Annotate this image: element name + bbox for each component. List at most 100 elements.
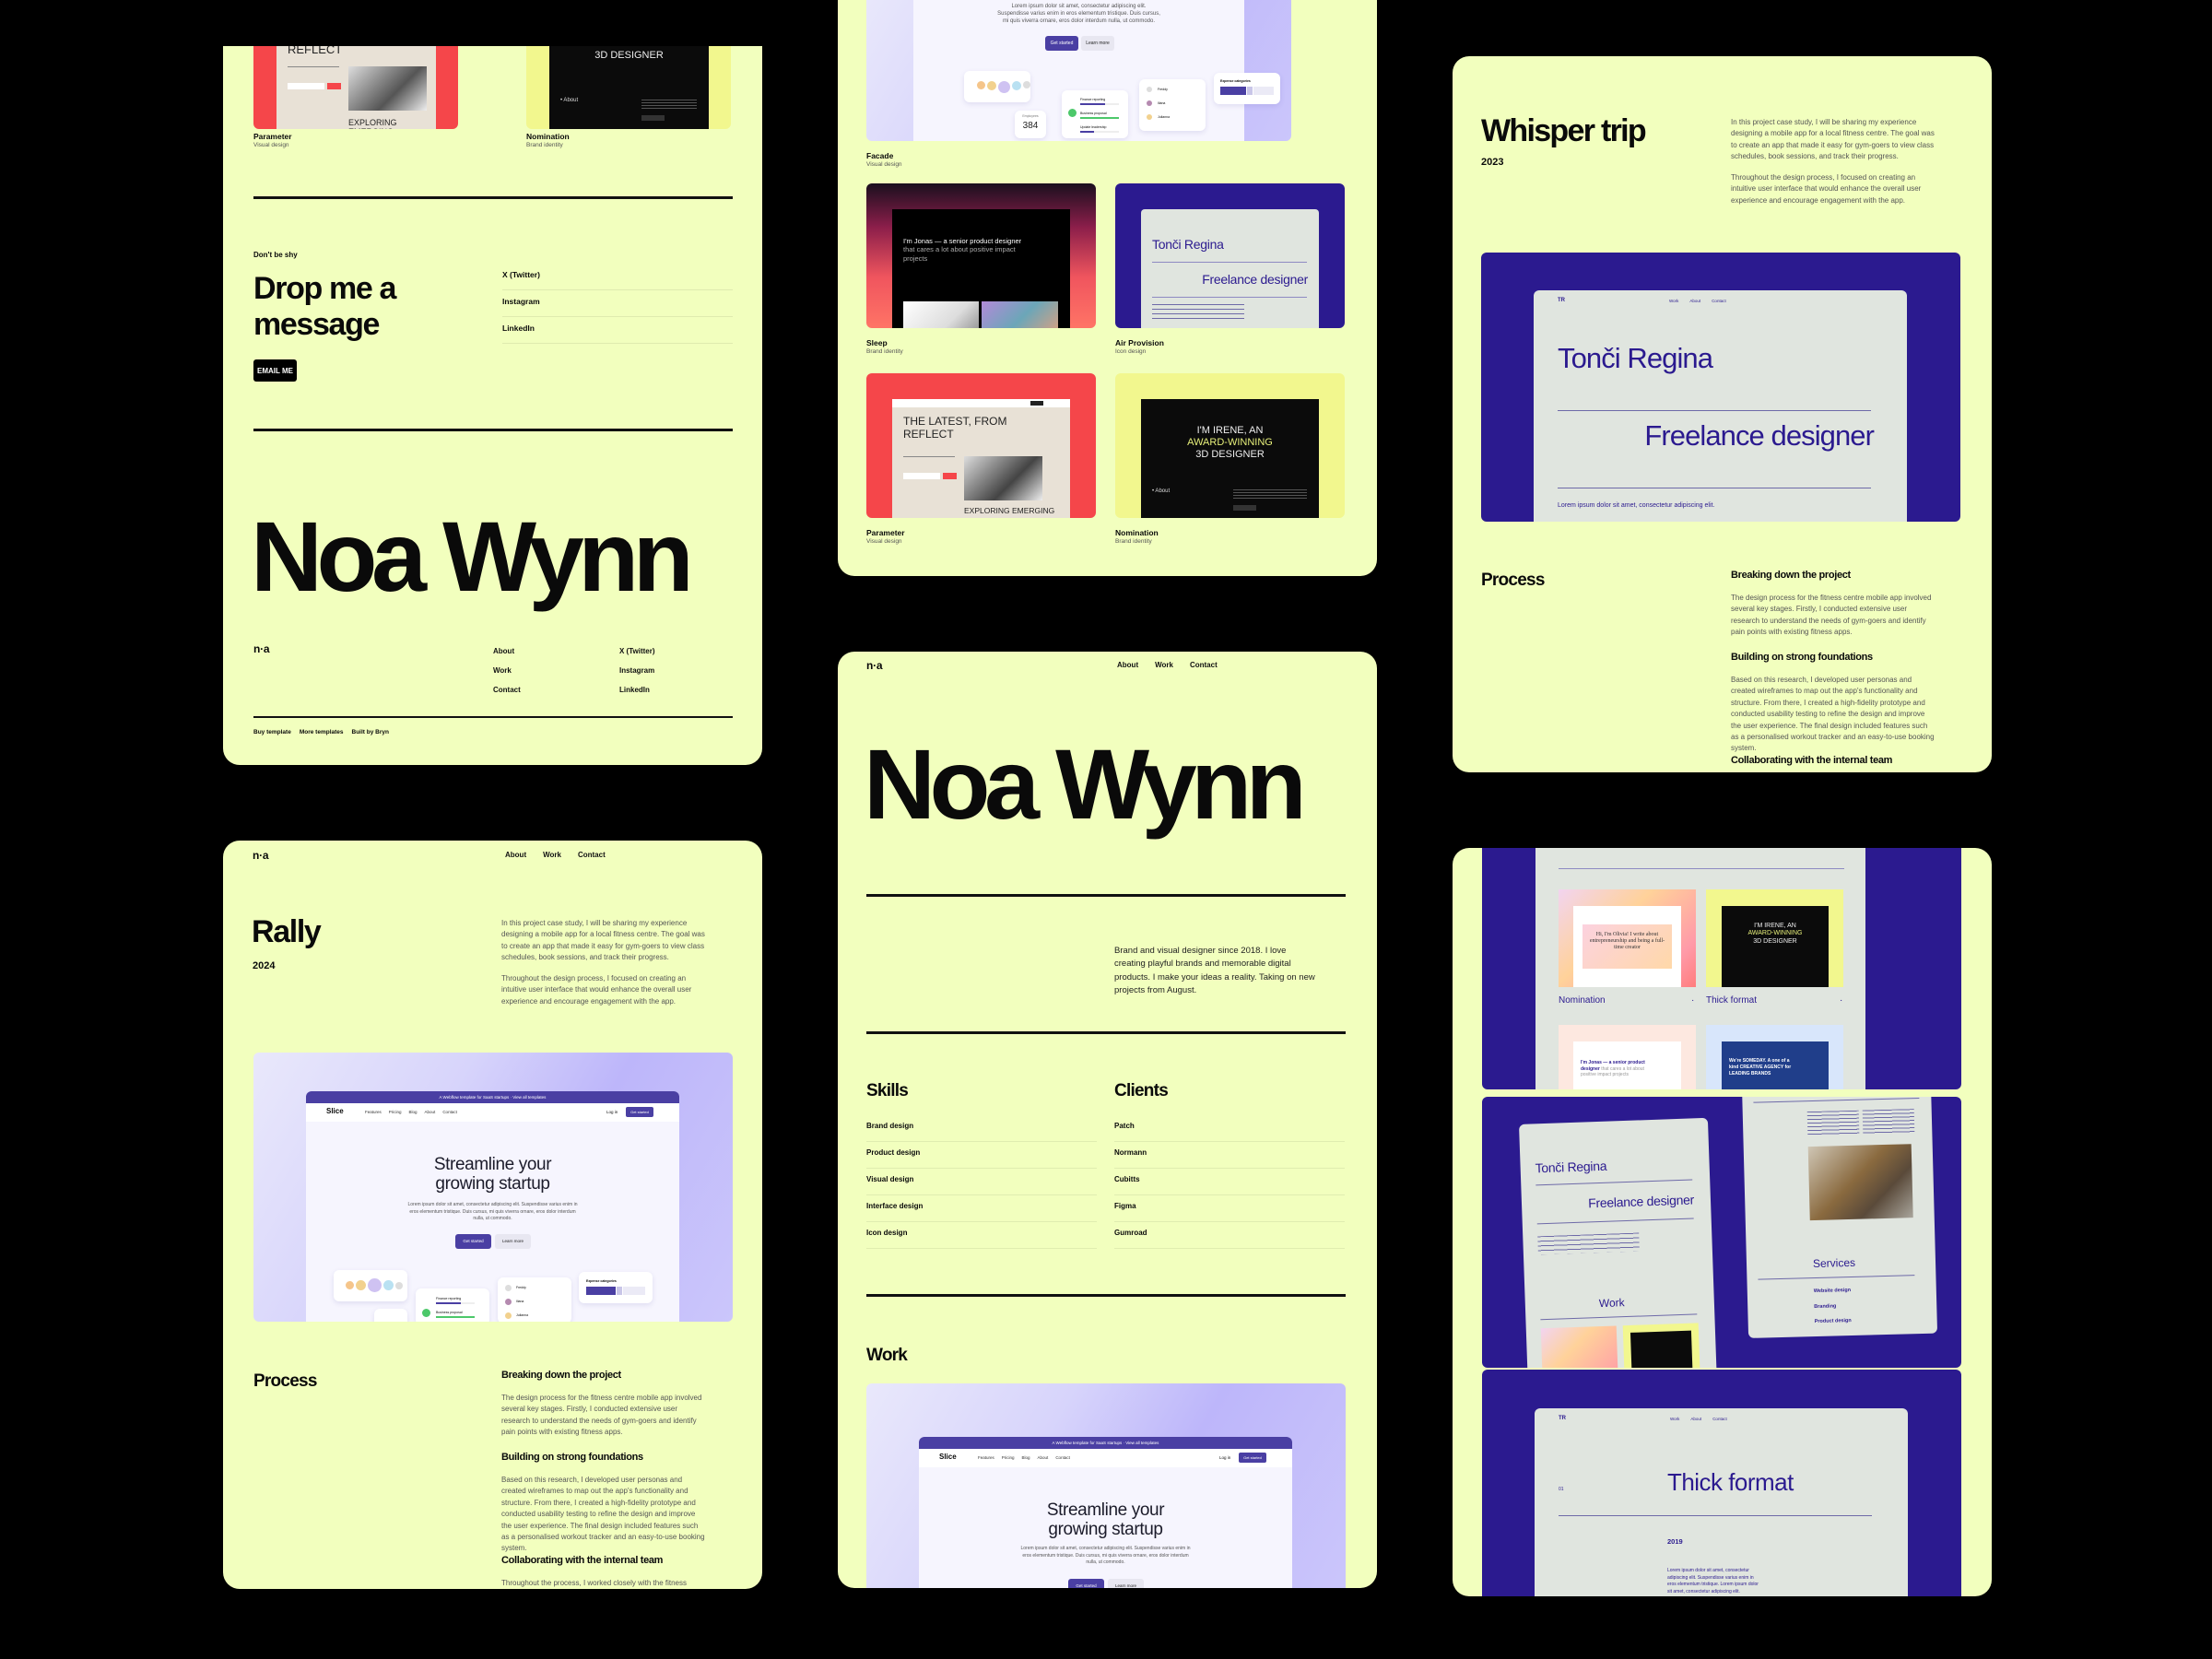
- nav-contact[interactable]: Contact: [578, 851, 606, 859]
- project-thumb-facade[interactable]: Lorem ipsum dolor sit amet, consectetur …: [866, 0, 1291, 141]
- footer-link-twitter[interactable]: X (Twitter): [619, 647, 655, 655]
- mock-nav: Work About Contact: [1669, 299, 1726, 303]
- contact-link-twitter[interactable]: X (Twitter): [502, 270, 540, 279]
- mock-nav-item: About: [1690, 1417, 1702, 1421]
- hero-name: Noa Wynn: [864, 728, 1307, 840]
- mock-body: Lorem ipsum dolor sit amet, consectetur …: [1020, 1546, 1191, 1565]
- link-divider: [502, 316, 733, 317]
- project-thumb-parameter[interactable]: REFLECT EXPLORING EMERGING: [253, 46, 458, 129]
- site-logo[interactable]: n·a: [253, 849, 269, 862]
- mock-btn-secondary: Learn more: [1108, 1579, 1144, 1588]
- project-category: Visual design: [253, 142, 289, 148]
- expense-title: Expense categories: [586, 1279, 617, 1283]
- project-thumb-parameter[interactable]: THE LATEST, FROM REFLECT EXPLORING EMERG…: [866, 373, 1096, 518]
- mock-nav-item: Pricing: [388, 1110, 402, 1114]
- section-divider: [866, 894, 1346, 897]
- mock-name: Tonči Regina: [1558, 342, 1713, 374]
- built-by-link[interactable]: Built by Bryn: [352, 729, 389, 735]
- bullet-icon: ·: [1691, 995, 1695, 1006]
- work-thumb-facade[interactable]: A Webflow template for SaaS startups · V…: [866, 1383, 1346, 1588]
- mock-banner: A Webflow template for SaaS startups · V…: [919, 1437, 1292, 1449]
- footer-link-about[interactable]: About: [493, 647, 521, 655]
- contact-link-linkedin[interactable]: LinkedIn: [502, 324, 535, 333]
- contact-eyebrow: Don't be shy: [253, 251, 298, 259]
- person-name: Freddy: [516, 1286, 526, 1289]
- buy-template-link[interactable]: Buy template: [253, 729, 291, 735]
- nav-work[interactable]: Work: [543, 851, 561, 859]
- showcase-panel-work: Hi, I'm Olivia! I write about entreprene…: [1482, 848, 1961, 1089]
- nav-contact[interactable]: Contact: [1190, 661, 1218, 669]
- mock-headline-1: Streamline your: [1046, 1500, 1165, 1520]
- contact-link-instagram[interactable]: Instagram: [502, 297, 540, 306]
- footer-big-name: Noa Wynn: [251, 500, 694, 612]
- mock-subheading: EXPLORING EMERGING: [964, 506, 1055, 515]
- bullet-icon: ·: [1840, 995, 1843, 1006]
- nav-about[interactable]: About: [1117, 661, 1138, 669]
- nav-about[interactable]: About: [505, 851, 526, 859]
- mock-link: • About: [560, 98, 579, 103]
- expense-title: Expense categories: [1220, 79, 1251, 83]
- task-progress: [436, 1316, 475, 1318]
- mock-nav-item: About: [424, 1110, 436, 1114]
- list-item: Icon design: [866, 1222, 1097, 1249]
- mock-body: Lorem ipsum dolor sit amet, consectetur …: [1558, 502, 1715, 509]
- service-item: Branding: [1814, 1303, 1837, 1311]
- mock-line3: 3D DESIGNER: [1195, 449, 1265, 461]
- item-title[interactable]: Nomination: [1559, 995, 1606, 1006]
- project-title[interactable]: Nomination: [1115, 528, 1159, 537]
- mock-widget-tasks: Finance reporting Business proposal: [416, 1288, 489, 1322]
- employees-label: Employees: [1022, 114, 1039, 118]
- case-year: 2023: [1481, 157, 1504, 168]
- nav-work[interactable]: Work: [1155, 661, 1173, 669]
- mock-body: Lorem ipsum dolor sit amet, consectetur …: [1667, 1568, 1759, 1594]
- card-showcase: Hi, I'm Olivia! I write about entreprene…: [1453, 848, 1992, 1596]
- footer-link-linkedin[interactable]: LinkedIn: [619, 686, 655, 694]
- project-title[interactable]: Facade: [866, 151, 893, 160]
- list-item: Product design: [866, 1142, 1097, 1169]
- mock-logo: Slice: [326, 1107, 344, 1115]
- project-title[interactable]: Nomination: [526, 132, 570, 141]
- list-item: Brand design: [866, 1115, 1097, 1142]
- project-category: Brand identity: [1115, 538, 1152, 545]
- mock-link: • About: [1152, 488, 1171, 494]
- footer-link-instagram[interactable]: Instagram: [619, 666, 655, 675]
- project-category: Visual design: [866, 538, 902, 545]
- card-contact-footer: REFLECT EXPLORING EMERGING 3D DESIGNER •…: [223, 46, 762, 765]
- project-thumb-nomination[interactable]: 3D DESIGNER • About: [526, 46, 731, 129]
- person-name: Julianna: [1158, 115, 1171, 119]
- footer-link-contact[interactable]: Contact: [493, 686, 521, 694]
- project-title[interactable]: Air Provision: [1115, 338, 1164, 347]
- footer-social: X (Twitter) Instagram LinkedIn: [619, 647, 655, 694]
- mock-widget-people: Freddy Iliana Julianna: [498, 1277, 571, 1322]
- someday-text: We're SOMEDAY. A one of a kind CREATIVE …: [1722, 1041, 1829, 1089]
- mock-title: Thick format: [1667, 1468, 1794, 1496]
- mock-name: Tonči Regina: [1535, 1158, 1607, 1176]
- mock-heading: REFLECT: [288, 46, 343, 56]
- list-item: Interface design: [866, 1195, 1097, 1222]
- project-title[interactable]: Parameter: [253, 132, 292, 141]
- project-category: Brand identity: [866, 348, 903, 355]
- project-thumb-air-provision[interactable]: Tonči Regina Freelance designer: [1115, 183, 1345, 328]
- mock-nav-item: Contact: [1712, 1417, 1727, 1421]
- mock-role: Freelance designer: [1587, 1192, 1695, 1211]
- mock-login: Log in: [1219, 1455, 1231, 1460]
- project-title[interactable]: Sleep: [866, 338, 888, 347]
- mock-nav-item: Contact: [1712, 299, 1726, 303]
- process-heading: Process: [253, 1371, 317, 1391]
- site-logo[interactable]: n·a: [866, 659, 883, 672]
- step-title: Breaking down the project: [501, 1370, 621, 1381]
- email-me-button[interactable]: EMAIL ME: [253, 359, 297, 382]
- mock-nav-item: About: [1037, 1455, 1049, 1460]
- project-thumb-sleep[interactable]: I'm Jonas — a senior product designer th…: [866, 183, 1096, 328]
- footer-logo[interactable]: n·a: [253, 642, 270, 655]
- contact-heading: Drop me a message: [253, 271, 396, 343]
- item-title[interactable]: Thick format: [1706, 995, 1757, 1006]
- footer-link-work[interactable]: Work: [493, 666, 521, 675]
- mock-logo: TR: [1558, 298, 1565, 303]
- task-progress: [1080, 131, 1094, 133]
- project-title[interactable]: Parameter: [866, 528, 905, 537]
- more-templates-link[interactable]: More templates: [300, 729, 344, 735]
- project-thumb-nomination[interactable]: I'M IRENE, AN AWARD-WINNING 3D DESIGNER …: [1115, 373, 1345, 518]
- mock-btn-secondary: Learn more: [495, 1234, 531, 1249]
- work-heading: Work: [866, 1346, 908, 1365]
